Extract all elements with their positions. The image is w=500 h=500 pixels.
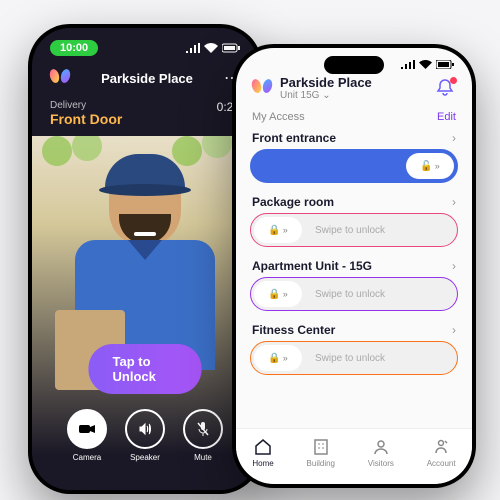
wifi-icon	[419, 60, 432, 69]
access-name: Front entrance	[252, 131, 336, 145]
slider-knob[interactable]: 🔒 »	[254, 217, 302, 243]
signal-icon	[186, 43, 200, 53]
building-title: Parkside Place	[280, 75, 428, 90]
chevron-right-icon: ›	[452, 131, 456, 145]
swipe-hint: Swipe to unlock	[315, 225, 385, 236]
call-controls: Camera Speaker Mute	[32, 409, 258, 462]
tab-visitors[interactable]: Visitors	[368, 437, 394, 468]
chevron-right-icon: ›	[452, 323, 456, 337]
wifi-icon	[204, 43, 218, 53]
chevron-right-icon: ›	[452, 195, 456, 209]
tab-home[interactable]: Home	[252, 437, 273, 468]
butterfly-logo-icon	[252, 79, 272, 97]
delivery-label: Delivery	[50, 100, 122, 111]
swipe-hint: Swipe to unlock	[315, 353, 385, 364]
swipe-unlock-slider[interactable]: 🔒 » Swipe to unlock	[250, 341, 458, 375]
access-name: Package room	[252, 195, 334, 209]
tab-building[interactable]: Building	[307, 437, 335, 468]
access-item-row[interactable]: Package room ›	[250, 193, 458, 213]
battery-icon	[436, 60, 454, 69]
lock-icon: 🔒	[268, 289, 280, 300]
tab-label: Account	[427, 459, 456, 468]
slider-knob[interactable]: 🔒 »	[254, 345, 302, 371]
building-icon	[311, 437, 331, 457]
tap-to-unlock-button[interactable]: Tap to Unlock	[89, 344, 202, 394]
slider-knob[interactable]: 🔒 »	[254, 281, 302, 307]
delivery-person	[70, 160, 220, 370]
status-icons	[186, 43, 240, 53]
tab-label: Visitors	[368, 459, 394, 468]
phone-access-list: Parkside Place Unit 15G ⌄ My Access Edit…	[232, 44, 476, 488]
access-item-row[interactable]: Fitness Center ›	[250, 321, 458, 341]
notification-bell-icon[interactable]	[436, 78, 456, 98]
swipe-unlock-slider[interactable]: 🔒 » Swipe to unlock	[250, 277, 458, 311]
tab-bar: Home Building Visitors Account	[236, 428, 472, 484]
slider-knob[interactable]: 🔓 »	[406, 153, 454, 179]
phone-video-call: 10:00 Parkside Place ⋯ Delivery Front Do…	[28, 24, 262, 494]
swipe-hint: Swipe to unlock	[315, 289, 385, 300]
door-label: Front Door	[50, 111, 122, 127]
swipe-unlock-slider[interactable]: 🔓 »	[250, 149, 458, 183]
speaker-button[interactable]: Speaker	[125, 409, 165, 462]
home-icon	[253, 437, 273, 457]
status-bar: 10:00	[32, 28, 258, 60]
access-item-fitness-center: Fitness Center › 🔒 » Swipe to unlock	[250, 321, 458, 375]
visitors-icon	[371, 437, 391, 457]
tab-label: Building	[307, 459, 335, 468]
lock-icon: 🔓	[420, 161, 432, 172]
access-item-row[interactable]: Front entrance ›	[250, 129, 458, 149]
chevron-down-icon: ⌄	[322, 90, 330, 101]
access-name: Fitness Center	[252, 323, 335, 337]
mute-label: Mute	[194, 453, 212, 462]
swipe-unlock-slider[interactable]: 🔒 » Swipe to unlock	[250, 213, 458, 247]
lock-icon: 🔒	[268, 225, 280, 236]
tab-label: Home	[252, 459, 273, 468]
section-label: My Access	[252, 111, 305, 123]
speaker-label: Speaker	[130, 453, 160, 462]
access-name: Apartment Unit - 15G	[252, 259, 372, 273]
tab-account[interactable]: Account	[427, 437, 456, 468]
building-title: Parkside Place	[101, 71, 193, 86]
unit-selector[interactable]: Unit 15G ⌄	[280, 90, 428, 101]
signal-icon	[401, 60, 415, 69]
video-feed: Tap to Unlock Camera Speaker Mute	[32, 136, 258, 490]
butterfly-logo-icon	[50, 69, 70, 87]
access-item-row[interactable]: Apartment Unit - 15G ›	[250, 257, 458, 277]
time-pill: 10:00	[50, 40, 98, 56]
account-icon	[431, 437, 451, 457]
notch	[324, 56, 384, 74]
camera-label: Camera	[73, 453, 101, 462]
chevron-right-icon: »	[283, 289, 288, 299]
chevron-right-icon: »	[435, 161, 440, 171]
camera-button[interactable]: Camera	[67, 409, 107, 462]
access-item-front-entrance: Front entrance › 🔓 »	[250, 129, 458, 183]
access-item-package-room: Package room › 🔒 » Swipe to unlock	[250, 193, 458, 247]
access-item-apartment-unit-15g: Apartment Unit - 15G › 🔒 » Swipe to unlo…	[250, 257, 458, 311]
edit-button[interactable]: Edit	[437, 111, 456, 123]
mute-button[interactable]: Mute	[183, 409, 223, 462]
chevron-right-icon: »	[283, 225, 288, 235]
chevron-right-icon: »	[283, 353, 288, 363]
chevron-right-icon: ›	[452, 259, 456, 273]
lock-icon: 🔒	[268, 353, 280, 364]
